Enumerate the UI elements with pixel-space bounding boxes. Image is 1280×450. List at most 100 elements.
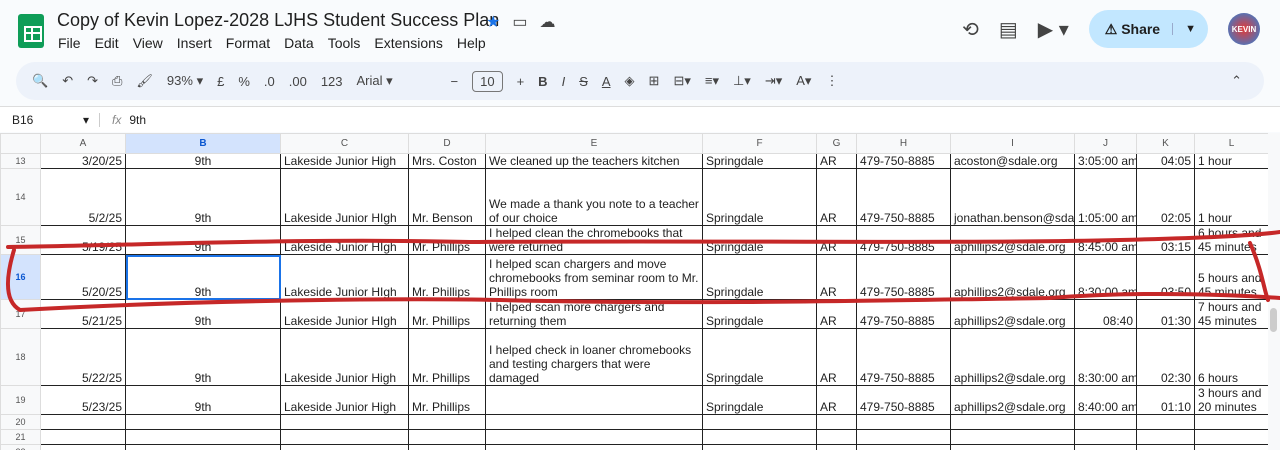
row-header-13[interactable]: 13	[0, 153, 41, 169]
cell-g20[interactable]	[816, 414, 857, 430]
cell-g16[interactable]: AR	[816, 254, 857, 300]
row-header-15[interactable]: 15	[0, 225, 41, 255]
row-header-16[interactable]: 16	[0, 254, 41, 300]
row-header-17[interactable]: 17	[0, 299, 41, 329]
cell-h18[interactable]: 479-750-8885	[856, 328, 951, 386]
font-size-input[interactable]: 10	[472, 70, 503, 92]
cell-e20[interactable]	[485, 414, 703, 430]
column-header-l[interactable]: L	[1194, 133, 1268, 154]
cell-c22[interactable]	[280, 444, 409, 450]
menu-file[interactable]: File	[58, 35, 81, 51]
name-box[interactable]: B16 ▾	[0, 112, 100, 127]
font-select[interactable]: Arial ▾	[357, 73, 437, 89]
cell-l13[interactable]: 1 hour	[1194, 153, 1268, 169]
fill-color-icon[interactable]: ◈	[625, 73, 635, 89]
cell-c15[interactable]: Lakeside Junior HIgh	[280, 225, 409, 255]
cell-k15[interactable]: 03:15	[1136, 225, 1195, 255]
paint-format-icon[interactable]: 🖌	[136, 73, 153, 89]
cell-b22[interactable]	[125, 444, 281, 450]
percent-format-button[interactable]: %	[238, 74, 250, 89]
cell-j16[interactable]: 8:30:00 am	[1074, 254, 1137, 300]
cell-d15[interactable]: Mr. Phillips	[408, 225, 486, 255]
cell-d22[interactable]	[408, 444, 486, 450]
version-history-icon[interactable]: ⟲	[962, 17, 979, 42]
cell-g19[interactable]: AR	[816, 385, 857, 415]
search-menus-icon[interactable]: 🔍	[32, 73, 48, 89]
cell-i17[interactable]: aphillips2@sdale.org	[950, 299, 1075, 329]
cell-a19[interactable]: 5/23/25	[40, 385, 126, 415]
cell-a22[interactable]	[40, 444, 126, 450]
cell-b16[interactable]: 9th	[125, 254, 281, 300]
bold-icon[interactable]: B	[538, 74, 547, 89]
column-header-f[interactable]: F	[702, 133, 817, 154]
cell-d14[interactable]: Mr. Benson	[408, 168, 486, 226]
cell-d18[interactable]: Mr. Phillips	[408, 328, 486, 386]
column-header-b[interactable]: B	[125, 133, 281, 154]
cell-h17[interactable]: 479-750-8885	[856, 299, 951, 329]
cell-f20[interactable]	[702, 414, 817, 430]
cell-j14[interactable]: 1:05:00 am	[1074, 168, 1137, 226]
cell-g18[interactable]: AR	[816, 328, 857, 386]
cell-k22[interactable]	[1136, 444, 1195, 450]
cell-b21[interactable]	[125, 429, 281, 445]
select-all-corner[interactable]	[0, 133, 41, 154]
meet-icon[interactable]: ▶ ▾	[1038, 17, 1069, 42]
text-rotation-icon[interactable]: A▾	[796, 73, 811, 89]
cell-k20[interactable]	[1136, 414, 1195, 430]
cell-c18[interactable]: Lakeside Junior High	[280, 328, 409, 386]
sheets-logo[interactable]	[18, 14, 44, 48]
cell-i16[interactable]: aphillips2@sdale.org	[950, 254, 1075, 300]
menu-extensions[interactable]: Extensions	[374, 35, 442, 51]
cell-e17[interactable]: I helped scan more chargers and returnin…	[485, 299, 703, 329]
column-header-a[interactable]: A	[40, 133, 126, 154]
cell-d13[interactable]: Mrs. Coston	[408, 153, 486, 169]
cell-e15[interactable]: I helped clean the chromebooks that were…	[485, 225, 703, 255]
cell-d19[interactable]: Mr. Phillips	[408, 385, 486, 415]
cell-l18[interactable]: 6 hours	[1194, 328, 1268, 386]
cell-i22[interactable]	[950, 444, 1075, 450]
cell-i18[interactable]: aphillips2@sdale.org	[950, 328, 1075, 386]
cell-f22[interactable]	[702, 444, 817, 450]
currency-format-button[interactable]: £	[217, 74, 224, 89]
column-header-e[interactable]: E	[485, 133, 703, 154]
strikethrough-icon[interactable]: S	[579, 74, 588, 89]
italic-icon[interactable]: I	[562, 74, 566, 89]
row-header-19[interactable]: 19	[0, 385, 41, 415]
cell-c13[interactable]: Lakeside Junior High	[280, 153, 409, 169]
cell-g21[interactable]	[816, 429, 857, 445]
menu-edit[interactable]: Edit	[95, 35, 119, 51]
cell-l14[interactable]: 1 hour	[1194, 168, 1268, 226]
more-formats-button[interactable]: 123	[321, 74, 343, 89]
cell-f15[interactable]: Springdale	[702, 225, 817, 255]
vertical-align-icon[interactable]: ⊥▾	[733, 73, 751, 89]
zoom-select[interactable]: 93% ▾	[167, 73, 203, 89]
formula-input[interactable]: 9th	[129, 113, 146, 127]
cell-h22[interactable]	[856, 444, 951, 450]
cell-g13[interactable]: AR	[816, 153, 857, 169]
text-color-icon[interactable]: A	[602, 74, 611, 89]
cell-c14[interactable]: Lakeside Junior HIgh	[280, 168, 409, 226]
increase-font-size-icon[interactable]: +	[517, 74, 525, 89]
column-header-c[interactable]: C	[280, 133, 409, 154]
cell-l16[interactable]: 5 hours and 45 minutes	[1194, 254, 1268, 300]
borders-icon[interactable]: ⊞	[649, 73, 660, 89]
collapse-menus-icon[interactable]: ⌃	[1231, 73, 1242, 89]
cell-i14[interactable]: jonathan.benson@sdale.org	[950, 168, 1075, 226]
print-icon[interactable]: ⎙	[112, 73, 122, 89]
comments-icon[interactable]: ▤	[999, 17, 1018, 42]
cell-k19[interactable]: 01:10	[1136, 385, 1195, 415]
more-options-icon[interactable]: ⋮	[825, 73, 838, 89]
cell-a21[interactable]	[40, 429, 126, 445]
column-header-d[interactable]: D	[408, 133, 486, 154]
column-header-h[interactable]: H	[856, 133, 951, 154]
decrease-font-size-icon[interactable]: −	[451, 74, 459, 89]
row-header-20[interactable]: 20	[0, 414, 41, 430]
cell-h16[interactable]: 479-750-8885	[856, 254, 951, 300]
cell-a15[interactable]: 5/19/25	[40, 225, 126, 255]
cell-f14[interactable]: Springdale	[702, 168, 817, 226]
cell-i21[interactable]	[950, 429, 1075, 445]
menu-data[interactable]: Data	[284, 35, 314, 51]
cell-b18[interactable]: 9th	[125, 328, 281, 386]
row-header-18[interactable]: 18	[0, 328, 41, 386]
cell-b20[interactable]	[125, 414, 281, 430]
